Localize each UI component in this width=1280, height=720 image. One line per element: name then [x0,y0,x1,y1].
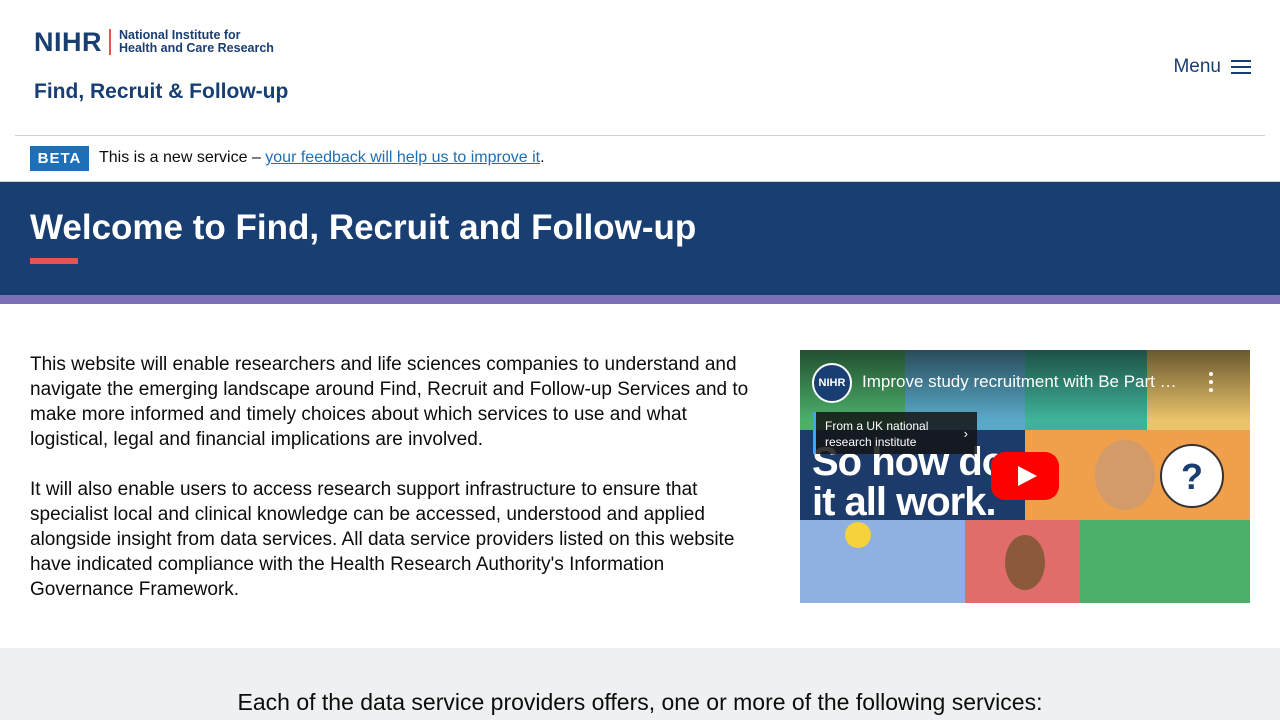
more-options-icon[interactable] [1209,372,1215,392]
sun-icon [845,522,871,548]
question-bubble: ? [1160,444,1224,508]
illustrated-person [1095,440,1155,510]
intro-text: This website will enable researchers and… [30,352,760,602]
logo-abbreviation: NIHR [34,26,102,57]
intro-paragraph-1: This website will enable researchers and… [30,354,749,450]
info-panel-text: From a UK national research institute [825,419,929,449]
channel-avatar[interactable]: NIHR [812,363,852,403]
hero-stripe [0,295,1280,304]
info-panel[interactable]: From a UK national research institute › [813,412,977,454]
services-heading: Each of the data service providers offer… [237,689,1043,715]
nihr-logo[interactable]: NIHR National Institute for Health and C… [34,27,284,57]
logo-line-2: Health and Care Research [119,41,274,55]
illustrated-person [1005,535,1045,590]
beta-message: This is a new service – your feedback wi… [99,149,545,167]
thumbnail-tile [800,520,965,603]
hamburger-icon [1231,59,1251,75]
services-section: Each of the data service providers offer… [0,648,1280,720]
page-title: Welcome to Find, Recruit and Follow-up [30,208,697,247]
video-title[interactable]: Improve study recruitment with Be Part … [862,372,1192,392]
youtube-video-embed[interactable]: NIHR Improve study recruitment with Be P… [800,350,1250,603]
beta-tag: BETA [30,146,89,171]
chevron-right-icon: › [963,426,968,441]
logo-wordmark: National Institute for Health and Care R… [119,29,274,55]
title-accent-bar [30,258,78,264]
intro-paragraph-2: It will also enable users to access rese… [30,479,735,600]
beta-text-before: This is a new service – [99,149,266,166]
menu-button[interactable]: Menu [1173,56,1251,78]
hero-banner: Welcome to Find, Recruit and Follow-up [0,182,1280,295]
menu-label: Menu [1173,56,1221,77]
play-button-icon[interactable] [991,452,1059,500]
logo-divider [109,29,111,55]
site-header: NIHR National Institute for Health and C… [0,0,1280,136]
feedback-link[interactable]: your feedback will help us to improve it [265,149,540,166]
thumbnail-tile [1080,520,1250,603]
beta-text-after: . [540,149,545,166]
site-title[interactable]: Find, Recruit & Follow-up [34,80,288,104]
beta-banner: BETA This is a new service – your feedba… [0,136,1280,182]
